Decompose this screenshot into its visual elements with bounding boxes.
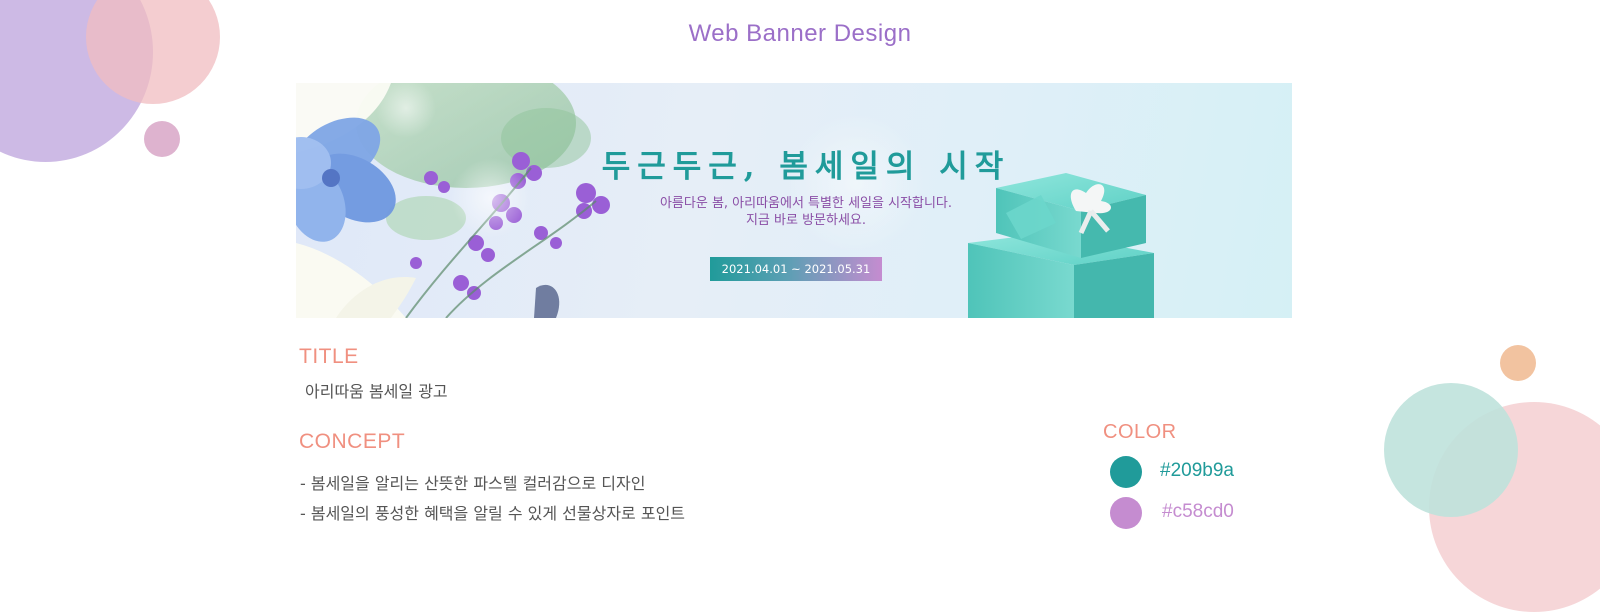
butterfly-wing [534, 284, 560, 318]
color-label: COLOR [1103, 421, 1177, 443]
color-hex-purple: #c58cd0 [1162, 501, 1234, 522]
decorative-circle-mint [1384, 383, 1518, 517]
decorative-circle-orange [1500, 345, 1536, 381]
banner-headline: 두근두근, 봄세일의 시작 [601, 149, 1011, 185]
banner-date-badge: 2021.04.01 ~ 2021.05.31 [710, 257, 882, 281]
web-banner: 두근두근, 봄세일의 시작 아름다운 봄, 아리따움에서 특별한 세일을 시작합… [296, 83, 1292, 318]
banner-subtitle-line-2: 지금 바로 방문하세요. [745, 213, 867, 228]
color-swatch-purple [1110, 497, 1142, 529]
banner-subtitle-line-1: 아름다운 봄, 아리따움에서 특별한 세일을 시작합니다. [659, 196, 953, 211]
decorative-circle-small-pink [144, 121, 180, 157]
concept-item: - 봄세일을 알리는 산뜻한 파스텔 컬러감으로 디자인 [300, 474, 646, 493]
concept-item: - 봄세일의 풍성한 혜택을 알릴 수 있게 선물상자로 포인트 [300, 504, 686, 523]
title-value: 아리따움 봄세일 광고 [305, 382, 448, 401]
concept-list: - 봄세일을 알리는 산뜻한 파스텔 컬러감으로 디자인 - 봄세일의 풍성한 … [300, 469, 685, 529]
page-title: Web Banner Design [688, 20, 912, 47]
color-swatch-teal [1110, 456, 1142, 488]
concept-label: CONCEPT [299, 430, 406, 453]
banner-subtitle: 아름다운 봄, 아리따움에서 특별한 세일을 시작합니다. 지금 바로 방문하세… [596, 195, 1016, 229]
color-hex-teal: #209b9a [1160, 460, 1234, 481]
title-label: TITLE [299, 345, 359, 368]
